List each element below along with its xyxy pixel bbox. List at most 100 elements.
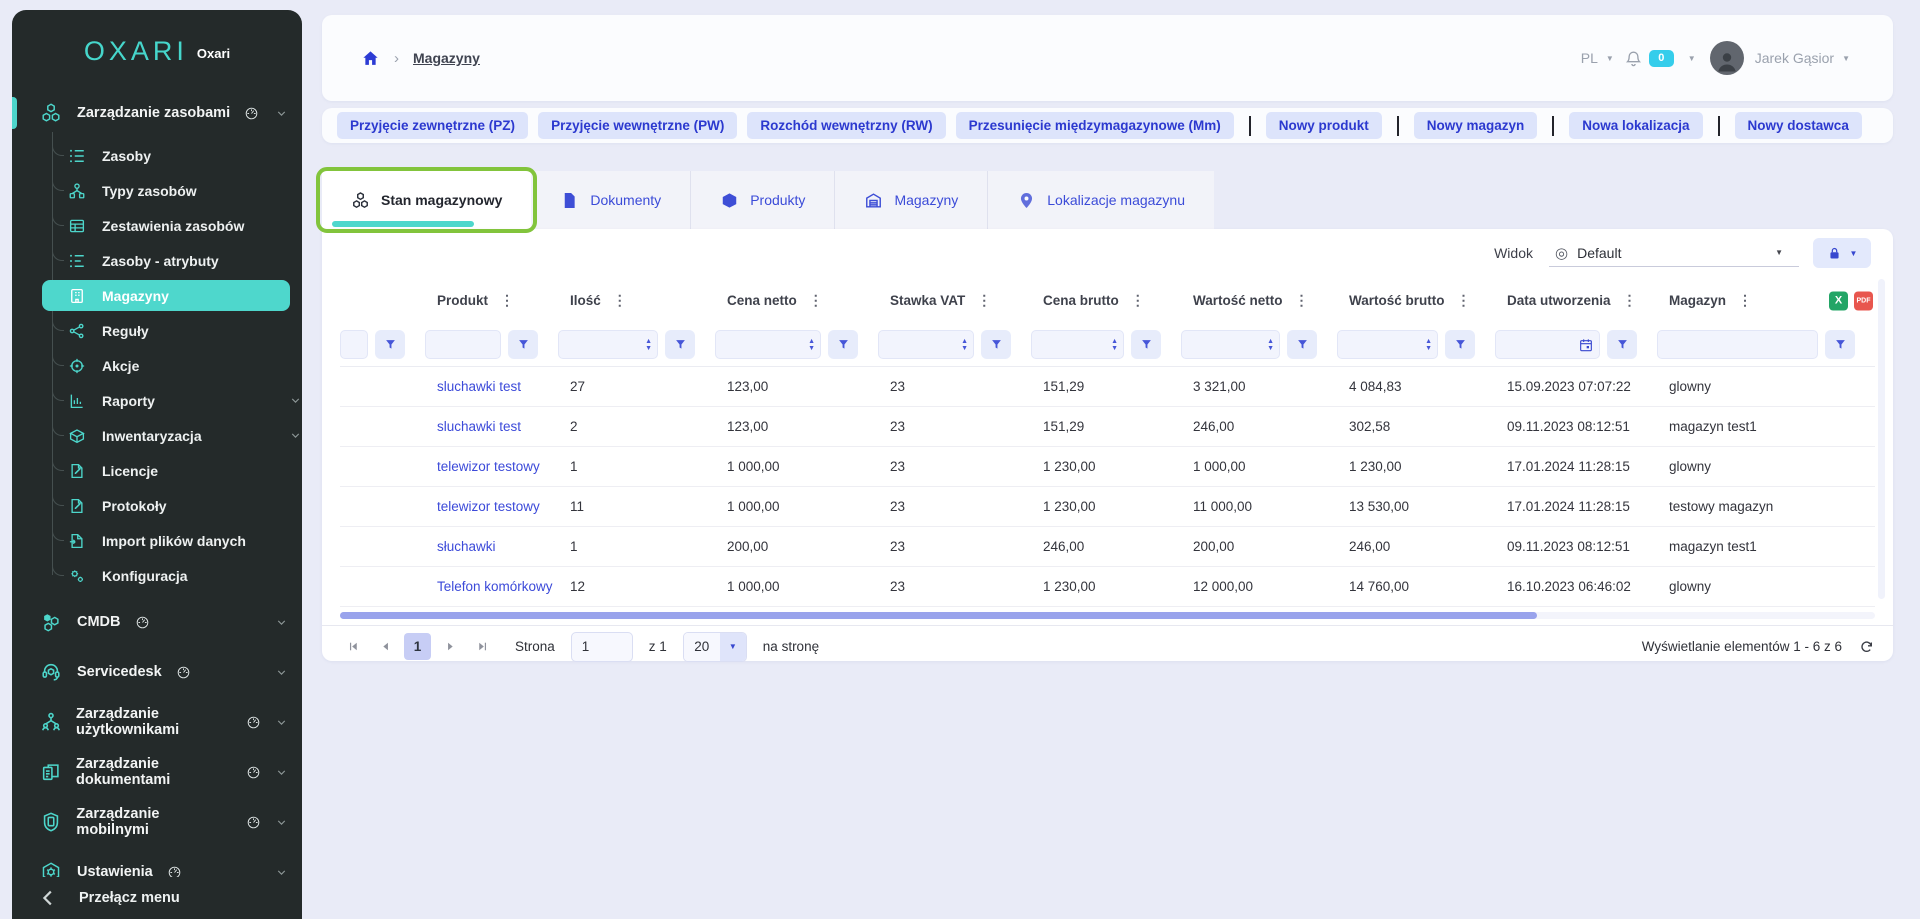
horizontal-scrollbar[interactable]: [340, 612, 1875, 619]
filter-funnel-icon[interactable]: [1131, 330, 1161, 359]
filter-funnel-icon[interactable]: [1287, 330, 1317, 359]
kebab-menu-icon[interactable]: ⋮: [809, 292, 824, 308]
sidebar-section-zarzadzanie-uzytkownikami[interactable]: Zarządzanie użytkownikami: [12, 697, 302, 747]
column-header-produkt[interactable]: Produkt⋮: [425, 277, 558, 324]
action-button-przesuniecie-miedzymagazynowe-mm[interactable]: Przesunięcie międzymagazynowe (Mm): [956, 112, 1234, 139]
previous-page-button[interactable]: [372, 634, 398, 660]
kebab-menu-icon[interactable]: ⋮: [500, 292, 515, 308]
action-button-nowy-produkt[interactable]: Nowy produkt: [1266, 112, 1382, 139]
sidebar-item-zasoby[interactable]: Zasoby: [12, 138, 302, 173]
column-header-ilosc[interactable]: Ilość⋮: [558, 277, 715, 324]
sidebar-item-licencje[interactable]: Licencje: [12, 453, 302, 488]
kebab-menu-icon[interactable]: ⋮: [977, 292, 992, 308]
page-number-input[interactable]: [571, 632, 633, 662]
column-header-cena-netto[interactable]: Cena netto⋮: [715, 277, 878, 324]
filter-funnel-icon[interactable]: [981, 330, 1011, 359]
action-button-nowa-lokalizacja[interactable]: Nowa lokalizacja: [1569, 112, 1702, 139]
spinner-icon[interactable]: ▲▼: [1425, 338, 1432, 352]
kebab-menu-icon[interactable]: ⋮: [1738, 292, 1753, 308]
spinner-icon[interactable]: ▲▼: [1267, 338, 1274, 352]
filter-funnel-icon[interactable]: [1607, 330, 1637, 359]
column-header-wartosc-brutto[interactable]: Wartość brutto⋮: [1337, 277, 1495, 324]
kebab-menu-icon[interactable]: ⋮: [613, 292, 628, 308]
sidebar-item-akcje[interactable]: Akcje: [12, 348, 302, 383]
tab-stan-magazynowy[interactable]: Stan magazynowy: [322, 171, 531, 229]
tab-dokumenty[interactable]: Dokumenty: [531, 171, 690, 229]
filter-input-wartosc-brutto[interactable]: ▲▼: [1337, 330, 1438, 359]
action-button-nowy-magazyn[interactable]: Nowy magazyn: [1414, 112, 1538, 139]
spinner-icon[interactable]: ▲▼: [808, 338, 815, 352]
spinner-icon[interactable]: ▲▼: [961, 338, 968, 352]
product-link[interactable]: sluchawki test: [437, 379, 521, 394]
caret-down-icon[interactable]: ▼: [1842, 54, 1850, 63]
horizontal-scrollbar-thumb[interactable]: [340, 612, 1537, 619]
action-button-nowy-dostawca[interactable]: Nowy dostawca: [1735, 112, 1862, 139]
refresh-icon[interactable]: [1858, 638, 1875, 655]
sidebar-item-regu-y[interactable]: Reguły: [12, 313, 302, 348]
notifications-badge[interactable]: 0: [1649, 50, 1674, 67]
filter-funnel-icon[interactable]: [1825, 330, 1855, 359]
column-header-stawka-vat[interactable]: Stawka VAT⋮: [878, 277, 1031, 324]
filter-input-wartosc-netto[interactable]: ▲▼: [1181, 330, 1280, 359]
filter-funnel-icon[interactable]: [1445, 330, 1475, 359]
product-link[interactable]: Telefon komórkowy: [437, 579, 553, 594]
vertical-scrollbar[interactable]: [1878, 279, 1885, 599]
product-link[interactable]: telewizor testowy: [437, 499, 540, 514]
excel-export-icon[interactable]: X: [1829, 291, 1848, 310]
page-size-select[interactable]: 20 ▼: [683, 632, 747, 662]
product-link[interactable]: telewizor testowy: [437, 459, 540, 474]
spinner-icon[interactable]: ▲▼: [645, 338, 652, 352]
filter-funnel-icon[interactable]: [508, 330, 538, 359]
first-page-button[interactable]: [340, 634, 366, 660]
logo[interactable]: OXARI Oxari: [12, 10, 302, 84]
sidebar-section-ustawienia[interactable]: Ustawienia: [12, 847, 302, 877]
filter-funnel-icon[interactable]: [828, 330, 858, 359]
sidebar-section-zarzadzanie-zasobami[interactable]: Zarządzanie zasobami: [12, 88, 302, 138]
action-button-przyjecie-zewnetrzne-pz[interactable]: Przyjęcie zewnętrzne (PZ): [337, 112, 528, 139]
column-header-magazyn[interactable]: Magazyn⋮XPDF: [1657, 277, 1875, 324]
sidebar-section-zarzadzanie-dokumentami[interactable]: Zarządzanie dokumentami: [12, 747, 302, 797]
calendar-icon[interactable]: [1578, 337, 1594, 353]
tab-magazyny[interactable]: Magazyny: [834, 171, 987, 229]
sidebar-item-magazyny[interactable]: Magazyny: [42, 280, 290, 311]
caret-down-icon[interactable]: ▼: [1688, 54, 1696, 63]
filter-input-magazyn[interactable]: [1657, 330, 1818, 359]
bell-icon[interactable]: [1624, 49, 1643, 68]
filter-input-row-select[interactable]: [340, 330, 368, 359]
filter-funnel-icon[interactable]: [375, 330, 405, 359]
tab-lokalizacje-magazynu[interactable]: Lokalizacje magazynu: [987, 171, 1214, 229]
sidebar-item-typy-zasobow[interactable]: Typy zasobów: [12, 173, 302, 208]
next-page-button[interactable]: [437, 634, 463, 660]
sidebar-item-zestawienia-zasobow[interactable]: Zestawienia zasobów: [12, 208, 302, 243]
sidebar-item-konfiguracja[interactable]: Konfiguracja: [12, 558, 302, 593]
column-header-cena-brutto[interactable]: Cena brutto⋮: [1031, 277, 1181, 324]
kebab-menu-icon[interactable]: ⋮: [1131, 292, 1146, 308]
filter-input-data-utworzenia[interactable]: [1495, 330, 1600, 359]
filter-input-stawka-vat[interactable]: ▲▼: [878, 330, 974, 359]
last-page-button[interactable]: [469, 634, 495, 660]
avatar[interactable]: [1710, 41, 1744, 75]
caret-down-icon[interactable]: ▼: [1606, 54, 1614, 63]
tab-produkty[interactable]: Produkty: [690, 171, 834, 229]
sidebar-item-zasoby-atrybuty[interactable]: Zasoby - atrybuty: [12, 243, 302, 278]
lock-view-button[interactable]: ▼: [1813, 238, 1871, 268]
sidebar-section-servicedesk[interactable]: Servicedesk: [12, 647, 302, 697]
sidebar-item-raporty[interactable]: Raporty: [12, 383, 302, 418]
view-dropdown[interactable]: ◎ Default ▼: [1549, 240, 1799, 267]
user-name[interactable]: Jarek Gąsior: [1755, 50, 1834, 66]
sidebar-item-inwentaryzacja[interactable]: Inwentaryzacja: [12, 418, 302, 453]
home-icon[interactable]: [361, 49, 380, 68]
product-link[interactable]: słuchawki: [437, 539, 496, 554]
filter-input-ilosc[interactable]: ▲▼: [558, 330, 658, 359]
kebab-menu-icon[interactable]: ⋮: [1623, 292, 1638, 308]
spinner-icon[interactable]: ▲▼: [1111, 338, 1118, 352]
product-link[interactable]: sluchawki test: [437, 419, 521, 434]
sidebar-section-zarzadzanie-mobilnymi[interactable]: Zarządzanie mobilnymi: [12, 797, 302, 847]
column-header-data-utworzenia[interactable]: Data utworzenia⋮: [1495, 277, 1657, 324]
filter-funnel-icon[interactable]: [665, 330, 695, 359]
filter-input-produkt[interactable]: [425, 330, 501, 359]
sidebar-item-protoko-y[interactable]: Protokoły: [12, 488, 302, 523]
language-selector[interactable]: PL: [1581, 50, 1598, 66]
action-button-przyjecie-wewnetrzne-pw[interactable]: Przyjęcie wewnętrzne (PW): [538, 112, 737, 139]
filter-input-cena-netto[interactable]: ▲▼: [715, 330, 821, 359]
